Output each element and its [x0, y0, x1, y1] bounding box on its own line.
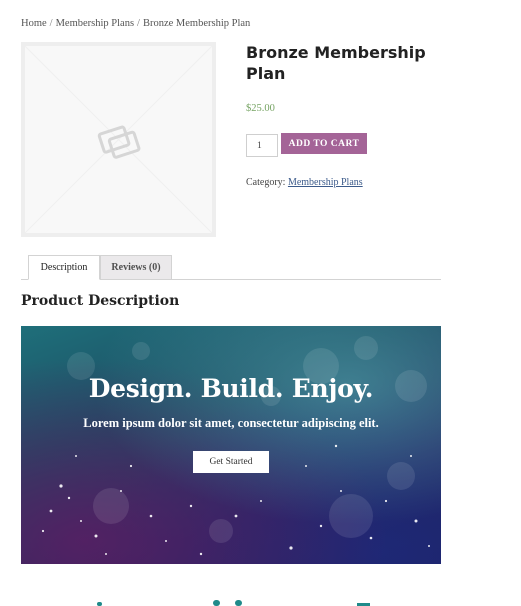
placeholder-image-icon: [25, 46, 212, 233]
feature-icon: [213, 600, 220, 606]
breadcrumb: Home / Membership Plans / Bronze Membership …: [21, 18, 250, 29]
product-title: Bronze Membership Plan: [246, 43, 426, 83]
breadcrumb-current: Bronze Membership Plan: [142, 18, 251, 29]
category-link[interactable]: Membership Plans: [288, 177, 363, 188]
description-heading: Product Description: [21, 293, 180, 309]
feature-icon: [235, 600, 242, 606]
quantity-input[interactable]: [246, 134, 278, 157]
bottom-feature-icons: [0, 598, 521, 606]
product-price: $25.00: [246, 103, 275, 114]
feature-icon: [97, 602, 102, 606]
bokeh-background: [41, 336, 430, 556]
banner-title: Design. Build. Enjoy.: [88, 374, 374, 403]
hero-banner: Design. Build. Enjoy. Lorem ipsum dolor …: [21, 326, 441, 564]
banner-subtitle: Lorem ipsum dolor sit amet, consectetur …: [83, 416, 379, 430]
add-to-cart-button[interactable]: ADD TO CART: [281, 133, 367, 154]
product-image[interactable]: [21, 42, 216, 237]
breadcrumb-separator: /: [137, 18, 140, 29]
product-category: Category: Membership Plans: [246, 177, 363, 188]
breadcrumb-membership-plans-link[interactable]: Membership Plans: [56, 18, 134, 29]
category-label: Category:: [246, 177, 286, 188]
get-started-button[interactable]: Get Started: [193, 451, 269, 473]
breadcrumb-home-link[interactable]: Home: [21, 18, 47, 29]
breadcrumb-separator: /: [49, 18, 53, 29]
tab-reviews[interactable]: Reviews (0): [100, 255, 172, 280]
tab-description[interactable]: Description: [28, 255, 100, 280]
